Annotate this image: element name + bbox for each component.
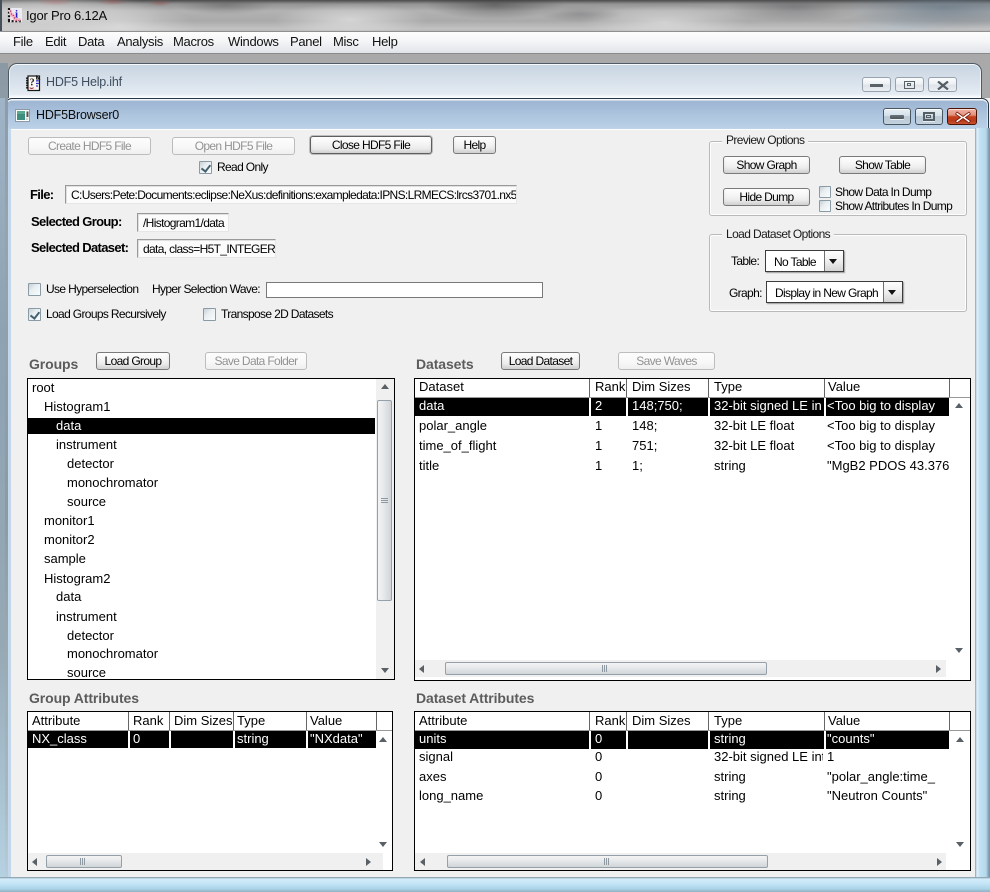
- svg-text:?: ?: [30, 78, 35, 89]
- svg-text:i: i: [15, 9, 18, 21]
